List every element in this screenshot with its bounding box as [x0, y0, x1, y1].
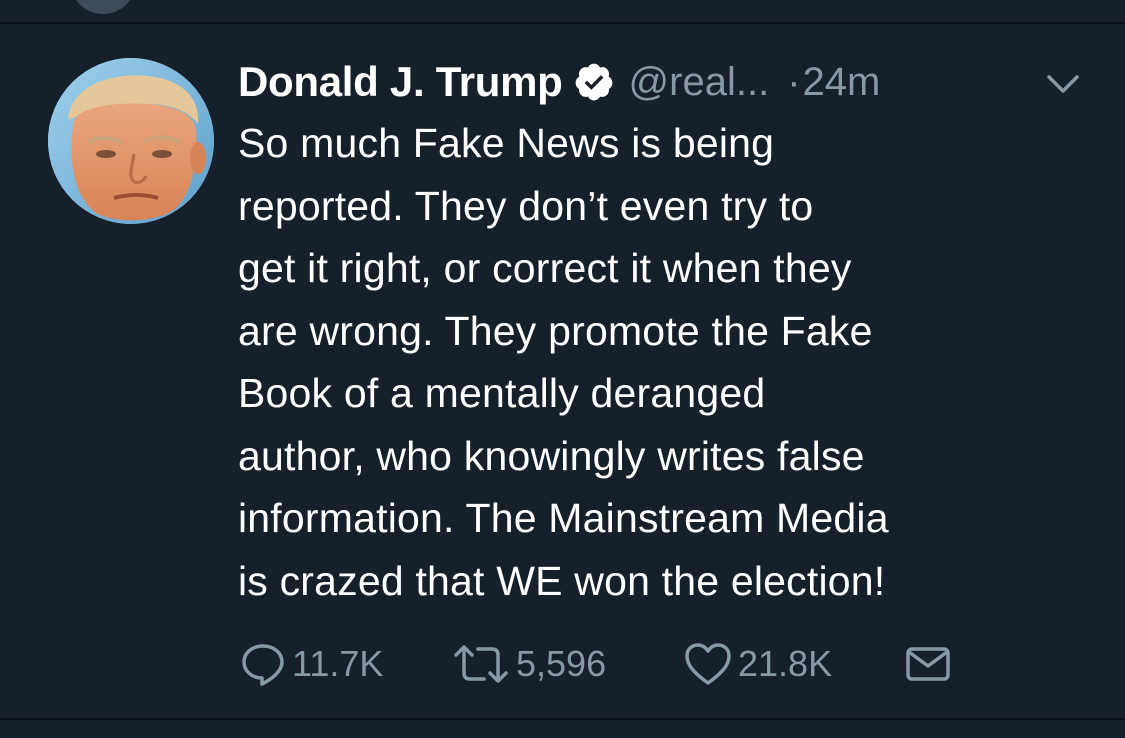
timestamp[interactable]: 24m	[803, 60, 881, 105]
reply-button[interactable]: 11.7K	[240, 640, 383, 688]
action-bar: 11.7K 5,596 21.8K	[240, 640, 1000, 688]
display-name[interactable]: Donald J. Trump	[238, 58, 563, 106]
retweet-arrows-icon	[452, 641, 510, 687]
previous-avatar[interactable]	[70, 0, 136, 14]
reply-count: 11.7K	[292, 643, 384, 684]
tweet-text-line: So much Fake News is being	[238, 120, 775, 166]
direct-message-button[interactable]	[904, 640, 952, 688]
divider	[0, 718, 1125, 720]
envelope-icon	[904, 641, 952, 687]
retweet-count: 5,596	[516, 643, 607, 684]
separator-dot: ·	[787, 59, 801, 104]
username-handle[interactable]: @real...	[629, 60, 770, 105]
chevron-down-icon[interactable]	[1043, 70, 1083, 98]
profile-photo	[48, 58, 214, 224]
tweet-text-line: author, who knowingly writes false	[238, 432, 865, 479]
verified-badge-icon	[573, 61, 615, 103]
tweet-text-line: are wrong. They promote the Fake	[238, 307, 873, 354]
divider	[0, 22, 1125, 24]
tweet-text-line: get it right, or correct it when they	[238, 245, 852, 291]
speech-bubble-icon	[240, 641, 286, 687]
tweet-text-line: is crazed that WE won the election!	[238, 557, 886, 604]
previous-tweet-edge	[0, 0, 1125, 22]
tweet-text-line: reported. They don’t even try to	[238, 182, 814, 229]
tweet-text: So much Fake News is being reported. The…	[238, 112, 1098, 612]
heart-outline-icon	[684, 641, 732, 687]
retweet-button[interactable]: 5,596	[452, 640, 606, 688]
like-button[interactable]: 21.8K	[684, 640, 832, 688]
tweet-header: Donald J. Trump @real... · 24m	[238, 56, 880, 108]
tweet-text-line: Book of a mentally deranged	[238, 370, 766, 416]
avatar[interactable]	[48, 58, 214, 224]
like-count: 21.8K	[738, 643, 833, 684]
timeline: Donald J. Trump @real... · 24m So much F…	[0, 0, 1125, 738]
tweet-text-line: information. The Mainstream Media	[238, 495, 889, 541]
